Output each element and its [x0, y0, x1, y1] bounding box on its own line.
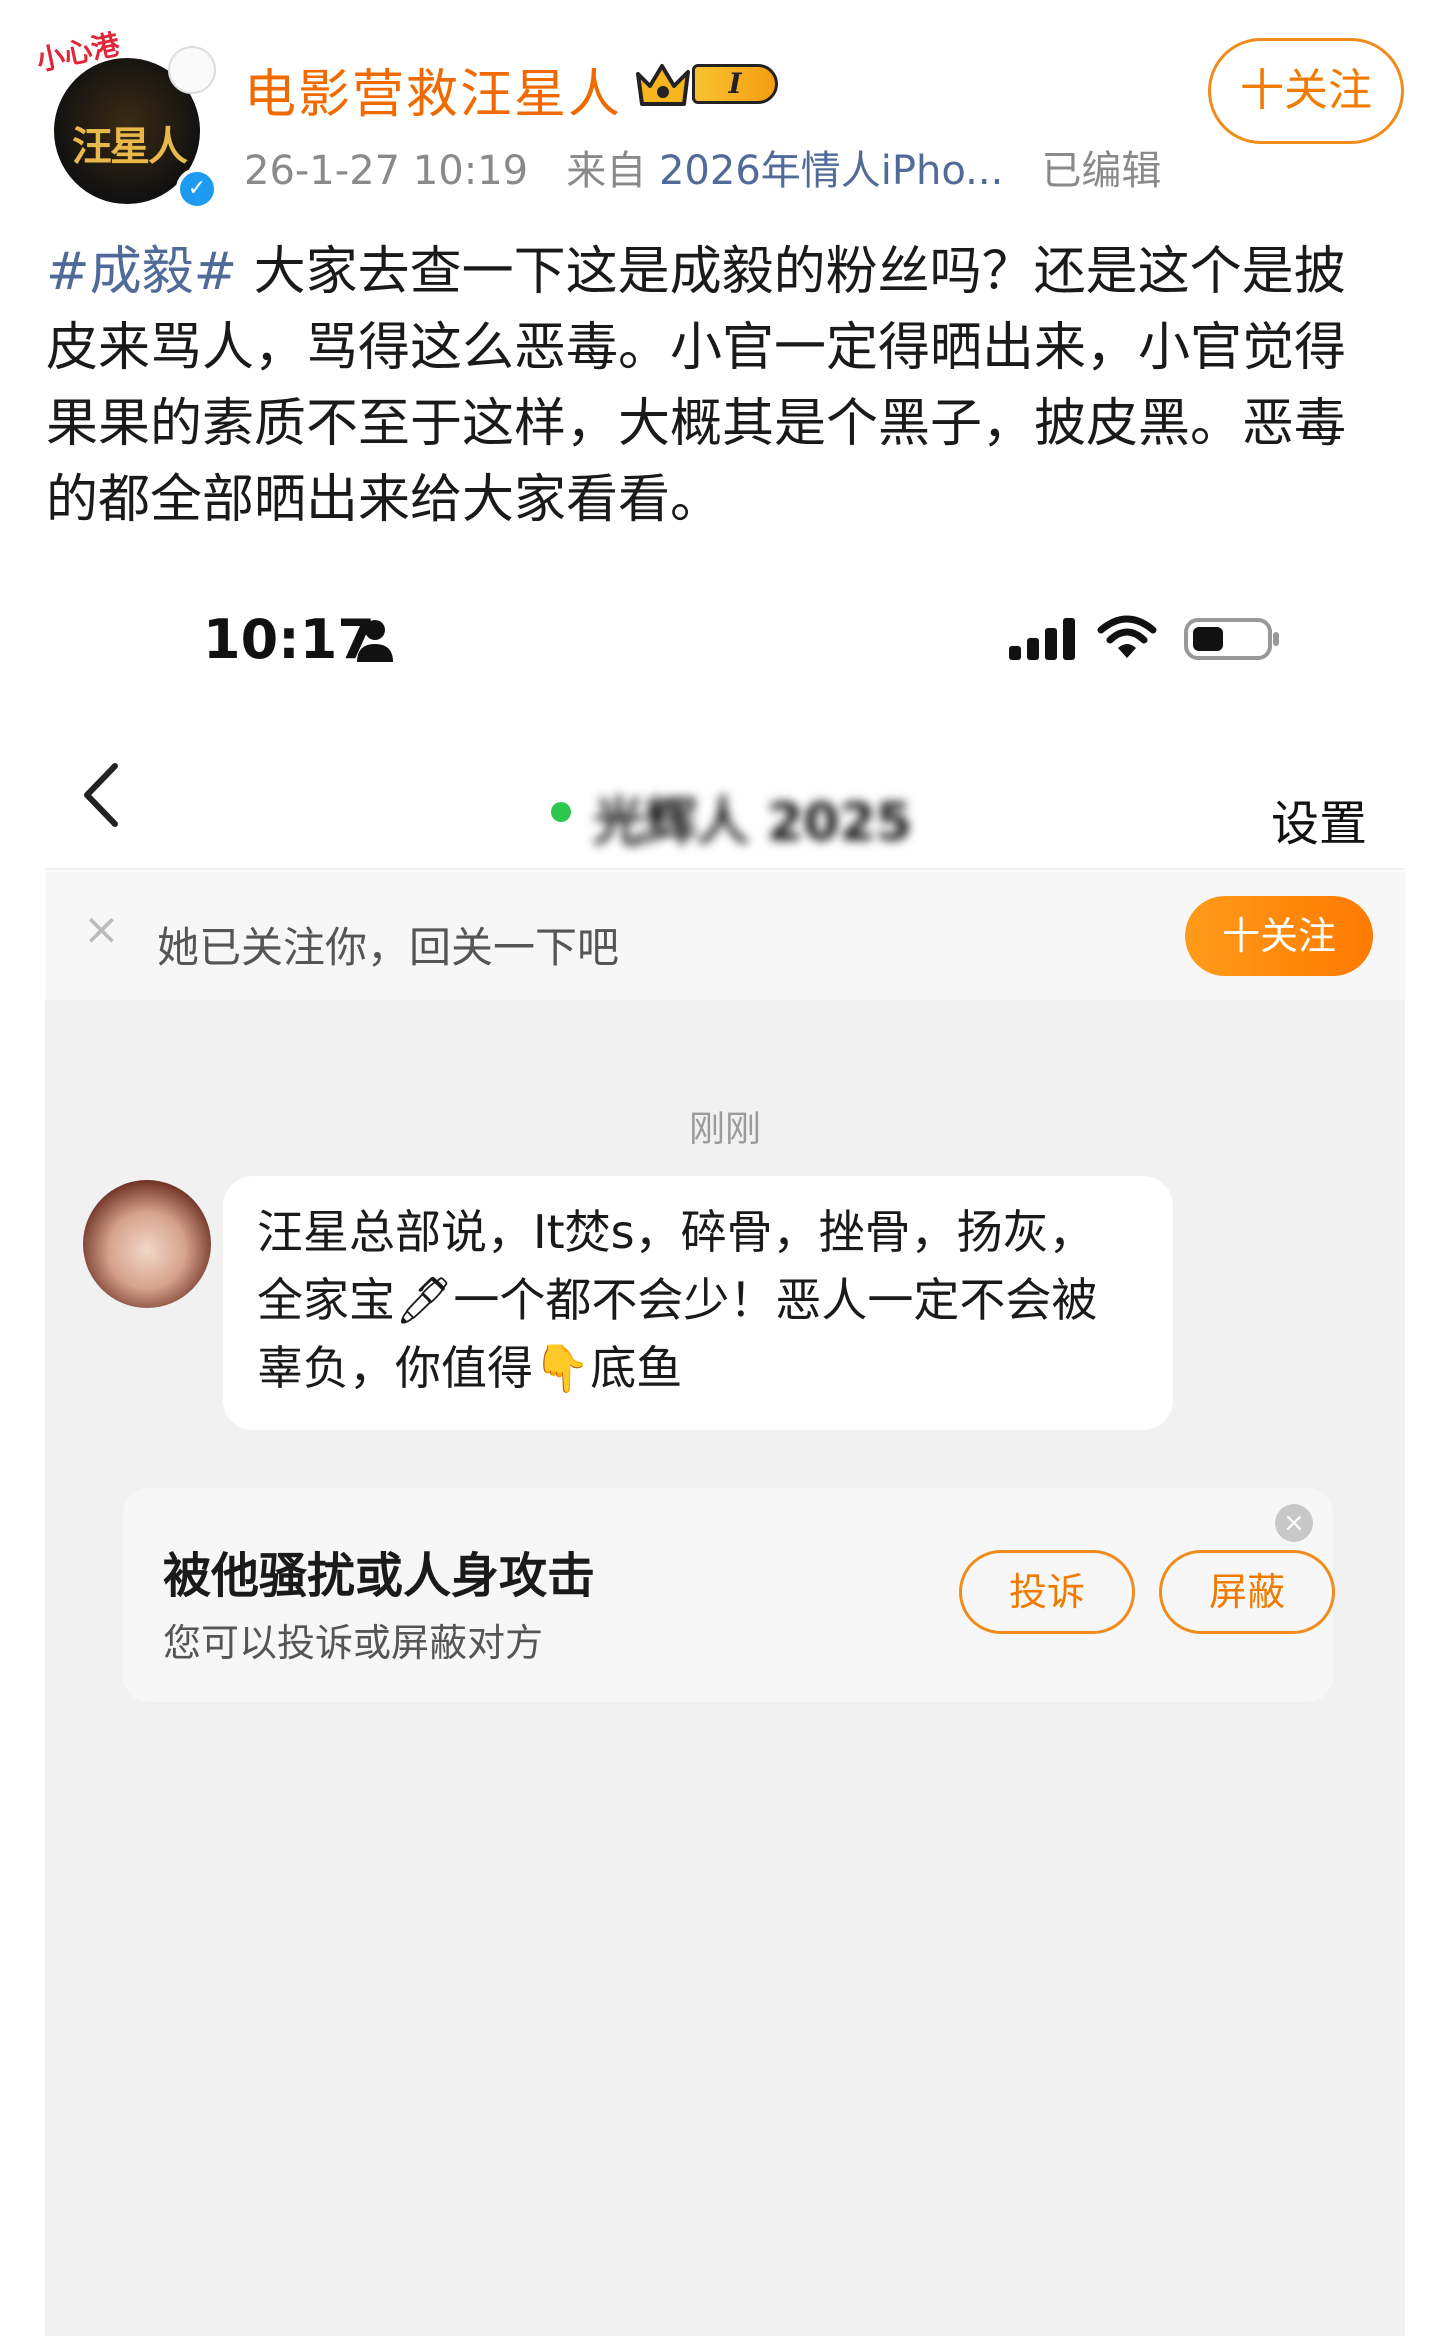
chat-nav-bar: 光辉人 2025 设置 — [45, 720, 1405, 870]
verified-icon: ✓ — [176, 168, 218, 210]
block-button[interactable]: 屏蔽 — [1159, 1550, 1335, 1634]
signal-icon — [1009, 618, 1075, 660]
post-body-text: 大家去查一下这是成毅的粉丝吗？还是这个是披皮来骂人，骂得这么恶毒。小官一定得晒出… — [46, 242, 1347, 530]
follow-back-button[interactable]: 十关注 — [1185, 896, 1373, 976]
message-bubble[interactable]: 汪星总部说，It焚s，碎骨，挫骨，扬灰，全家宝🖊一个都不会少！恶人一定不会被辜负… — [223, 1176, 1173, 1430]
level-badge: I — [692, 64, 778, 104]
hashtag-link[interactable]: #成毅# — [46, 242, 237, 302]
dog-sticker-icon — [168, 46, 216, 94]
settings-button[interactable]: 设置 — [1271, 784, 1367, 854]
battery-icon — [1184, 618, 1279, 660]
member-badge[interactable]: I — [632, 58, 780, 110]
post-header: 小心港 汪星人 ✓ 电影营救汪星人 I 26-1-27 10:19 来自 202… — [0, 0, 1439, 210]
close-icon[interactable]: × — [83, 908, 125, 952]
chat-contact-name: 光辉人 2025 — [593, 793, 912, 853]
edited-label: 已编辑 — [1041, 148, 1162, 194]
source-prefix: 来自 — [566, 148, 647, 194]
follow-back-hint: 她已关注你，回关一下吧 — [157, 923, 620, 972]
online-status-dot — [551, 802, 571, 822]
chat-area: 刚刚 汪星总部说，It焚s，碎骨，挫骨，扬灰，全家宝🖊一个都不会少！恶人一定不会… — [45, 1000, 1405, 2336]
report-subtitle: 您可以投诉或屏蔽对方 — [163, 1621, 544, 1665]
author-avatar[interactable]: 小心港 汪星人 ✓ — [33, 24, 218, 210]
wifi-icon — [1097, 615, 1157, 658]
embedded-screenshot[interactable]: 10:17 光辉人 2025 设置 × 她已关注你，回关一下吧 十关注 刚刚 汪… — [45, 560, 1405, 2336]
author-username[interactable]: 电影营救汪星人 — [244, 52, 622, 127]
person-icon — [357, 620, 393, 662]
post-timestamp: 26-1-27 10:19 — [244, 148, 529, 194]
complain-button[interactable]: 投诉 — [959, 1550, 1135, 1634]
back-chevron-icon[interactable] — [77, 760, 127, 830]
follow-button[interactable]: 十关注 — [1208, 38, 1404, 144]
sender-avatar[interactable] — [83, 1180, 211, 1308]
report-title: 被他骚扰或人身攻击 — [163, 1548, 596, 1604]
follow-back-bar: × 她已关注你，回关一下吧 十关注 — [45, 872, 1405, 1000]
source-device[interactable]: 2026年情人iPho... — [659, 148, 1003, 194]
post-body: #成毅# 大家去查一下这是成毅的粉丝吗？还是这个是披皮来骂人，骂得这么恶毒。小官… — [46, 234, 1396, 538]
message-timestamp: 刚刚 — [688, 1109, 761, 1150]
status-time: 10:17 — [203, 608, 375, 671]
report-card: × 被他骚扰或人身攻击 您可以投诉或屏蔽对方 投诉 屏蔽 — [123, 1488, 1335, 1702]
close-icon[interactable]: × — [1275, 1504, 1313, 1542]
status-bar: 10:17 — [45, 560, 1405, 720]
post-meta: 26-1-27 10:19 来自 2026年情人iPho... 已编辑 — [244, 138, 1161, 196]
avatar-logo-text: 汪星人 — [72, 123, 188, 170]
